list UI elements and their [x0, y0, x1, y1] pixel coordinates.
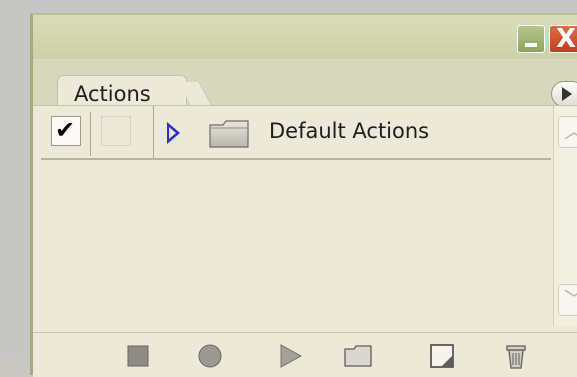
begin-recording-icon[interactable] [195, 341, 225, 371]
column-divider [90, 112, 91, 156]
stop-playing-icon[interactable] [123, 341, 153, 371]
scroll-up-button[interactable]: ︿ [558, 116, 577, 148]
action-set-label: Default Actions [269, 119, 430, 143]
chevron-down-icon: ﹀ [564, 285, 577, 313]
minimize-button[interactable] [517, 25, 545, 53]
close-button[interactable]: X [549, 25, 577, 53]
vertical-scrollbar[interactable]: ︿ ﹀ [553, 106, 577, 326]
tab-strip: Actions [33, 59, 577, 110]
scroll-down-button[interactable]: ﹀ [558, 284, 577, 316]
list-item-default-actions[interactable]: ✔ Default Actions [41, 106, 551, 160]
title-bar[interactable]: X [33, 15, 577, 59]
minimize-icon [525, 43, 537, 47]
folder-icon [209, 120, 249, 148]
panel-menu-button[interactable] [551, 81, 577, 107]
column-divider [153, 106, 154, 158]
tab-actions-label: Actions [74, 82, 151, 106]
chevron-up-icon: ︿ [564, 117, 577, 145]
panel-menu-icon [562, 87, 572, 101]
toggle-item-checkbox[interactable]: ✔ [51, 116, 81, 146]
create-new-set-icon[interactable] [343, 341, 373, 371]
actions-panel-window: X Actions ✔ Default Actions [30, 13, 577, 377]
play-selection-icon[interactable] [275, 341, 305, 371]
checkmark-icon: ✔ [55, 116, 76, 144]
actions-list-panel: ✔ Default Actions ︿ [33, 105, 577, 377]
close-icon: X [556, 24, 577, 54]
actions-toolbar [33, 332, 577, 377]
expand-triangle-inner [169, 127, 176, 139]
delete-icon[interactable] [501, 341, 531, 371]
create-new-action-icon[interactable] [427, 341, 457, 371]
toggle-dialog-checkbox[interactable] [101, 116, 131, 146]
